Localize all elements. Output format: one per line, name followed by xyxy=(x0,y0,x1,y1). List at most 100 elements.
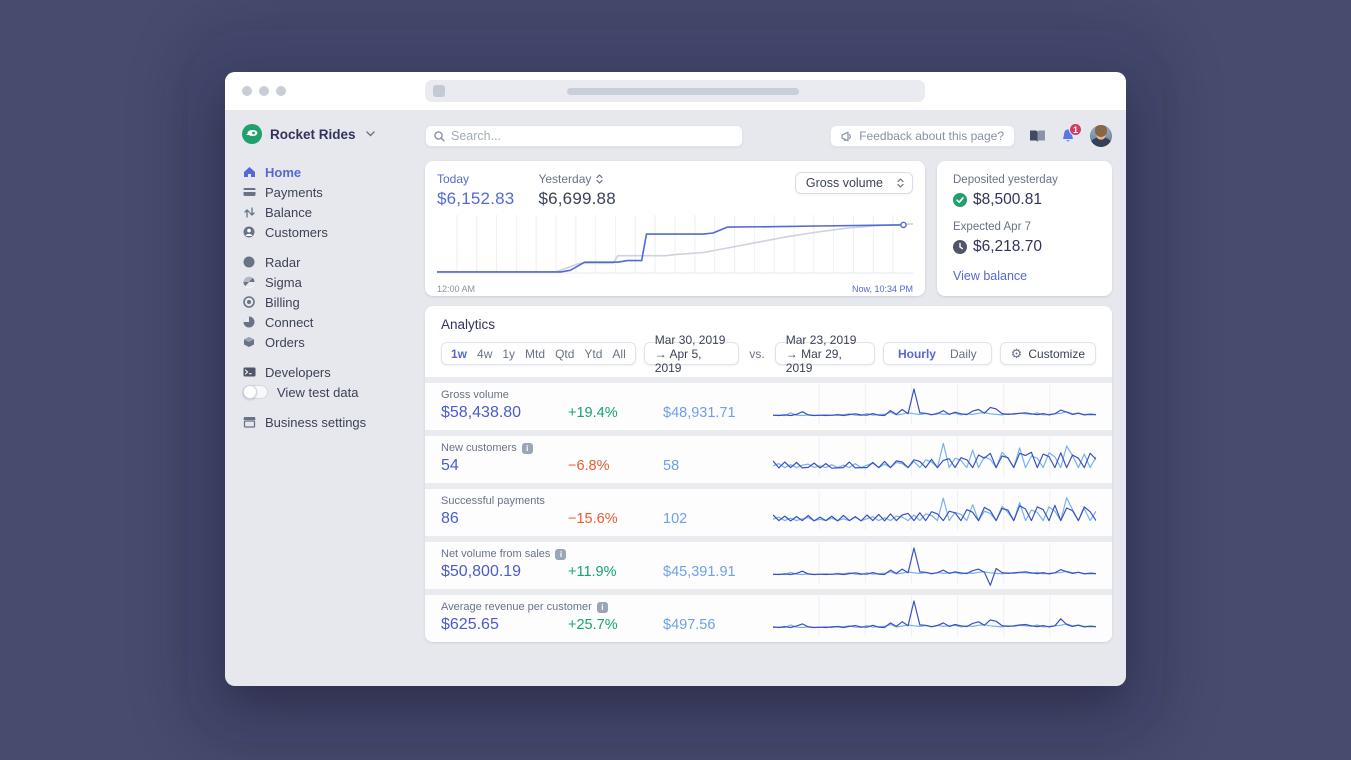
metric-delta: −15.6% xyxy=(568,511,618,527)
notification-badge: 1 xyxy=(1068,123,1082,136)
metric-label: Average revenue per customer xyxy=(441,601,592,613)
rocket-rides-logo-icon xyxy=(242,124,262,144)
feedback-button[interactable]: Feedback about this page? xyxy=(830,125,1015,147)
window-zoom-button[interactable] xyxy=(276,86,286,96)
info-icon[interactable]: i xyxy=(521,442,533,454)
home-icon xyxy=(242,166,256,178)
account-menu[interactable]: Rocket Rides xyxy=(242,124,425,144)
address-bar[interactable] xyxy=(425,80,925,102)
metric-row-average-revenue[interactable]: Average revenue per customer i $625.65 +… xyxy=(425,589,1112,642)
chevron-down-icon xyxy=(365,131,375,137)
search-box[interactable] xyxy=(425,125,743,147)
comparison-value: $6,699.88 xyxy=(538,189,616,208)
metric-value: $625.65 xyxy=(441,616,499,633)
metric-sparkline xyxy=(773,383,1096,428)
metric-delta: +11.9% xyxy=(568,564,617,580)
megaphone-icon xyxy=(841,131,852,141)
search-input[interactable] xyxy=(451,129,734,143)
range-all[interactable]: All xyxy=(607,347,630,361)
range-qtd[interactable]: Qtd xyxy=(550,347,579,361)
sidebar-item-radar[interactable]: Radar xyxy=(242,252,425,272)
metric-row-gross-volume[interactable]: Gross volume $58,438.80 +19.4% $48,931.7… xyxy=(425,377,1112,430)
previous-period-button[interactable]: Mar 23, 2019 → Mar 29, 2019 xyxy=(774,333,875,375)
sidebar-item-label: Radar xyxy=(265,254,301,270)
sidebar-item-billing[interactable]: Billing xyxy=(242,292,425,312)
metric-sparkline xyxy=(773,489,1096,534)
overview-card: Today $6,152.83 Yesterday $6,699.88 Gros… xyxy=(425,161,925,296)
comparison-stepper-icon[interactable] xyxy=(596,174,603,184)
storefront-icon xyxy=(242,416,256,428)
metric-row-net-volume[interactable]: Net volume from sales i $50,800.19 +11.9… xyxy=(425,536,1112,589)
sidebar-item-label: Orders xyxy=(265,334,305,350)
info-icon[interactable]: i xyxy=(596,601,608,613)
sidebar-item-view-test-data[interactable]: View test data xyxy=(242,382,425,402)
today-label: Today xyxy=(437,172,470,186)
payments-icon xyxy=(242,187,256,197)
range-mtd[interactable]: Mtd xyxy=(520,347,550,361)
sidebar-item-payments[interactable]: Payments xyxy=(242,182,425,202)
customize-button[interactable]: ⚙ Customize xyxy=(999,342,1096,365)
terminal-icon xyxy=(242,367,256,377)
granularity-daily[interactable]: Daily xyxy=(946,347,981,361)
range-4w[interactable]: 4w xyxy=(472,347,497,361)
window-minimize-button[interactable] xyxy=(259,86,269,96)
metric-select-value: Gross volume xyxy=(805,176,883,190)
metric-sparkline xyxy=(773,542,1096,587)
sidebar-item-label: Customers xyxy=(265,224,328,240)
window-controls xyxy=(242,86,286,96)
metric-sparkline xyxy=(773,595,1096,640)
metric-delta: +19.4% xyxy=(568,405,618,421)
range-1w[interactable]: 1w xyxy=(446,347,472,361)
expected-label: Expected Apr 7 xyxy=(953,221,1031,233)
browser-chrome xyxy=(225,72,1126,110)
range-1y[interactable]: 1y xyxy=(497,347,520,361)
metric-label: Gross volume xyxy=(441,389,509,401)
customize-label: Customize xyxy=(1028,346,1085,361)
analytics-panel: Analytics 1w 4w 1y Mtd Qtd Ytd All Mar 3… xyxy=(425,306,1112,642)
sidebar-item-sigma[interactable]: Sigma xyxy=(242,272,425,292)
metric-previous-value: $497.56 xyxy=(663,617,716,633)
expected-value: $6,218.70 xyxy=(973,238,1042,255)
docs-button[interactable] xyxy=(1029,129,1046,144)
sidebar-item-developers[interactable]: Developers xyxy=(242,362,425,382)
metric-label: Successful payments xyxy=(441,495,545,507)
metric-previous-value: $45,391.91 xyxy=(663,564,736,580)
select-stepper-icon xyxy=(897,178,904,188)
sidebar-item-orders[interactable]: Orders xyxy=(242,332,425,352)
sidebar-item-connect[interactable]: Connect xyxy=(242,312,425,332)
analytics-controls: 1w 4w 1y Mtd Qtd Ytd All Mar 30, 2019 → … xyxy=(441,333,1096,375)
metric-sparkline xyxy=(773,436,1096,481)
sidebar-item-business-settings[interactable]: Business settings xyxy=(242,412,425,432)
sidebar-item-customers[interactable]: Customers xyxy=(242,222,425,242)
comparison-label: Yesterday xyxy=(538,172,592,186)
metric-delta: +25.7% xyxy=(568,617,618,633)
main-content: Feedback about this page? 1 xyxy=(425,110,1126,686)
balance-arrows-icon xyxy=(242,206,256,218)
range-filter: 1w 4w 1y Mtd Qtd Ytd All xyxy=(441,342,636,365)
metric-value: 54 xyxy=(441,457,459,474)
granularity-toggle: Hourly Daily xyxy=(882,342,992,365)
book-icon xyxy=(1030,130,1045,142)
metric-select[interactable]: Gross volume xyxy=(794,172,913,194)
info-icon[interactable]: i xyxy=(555,548,567,560)
sidebar-item-home[interactable]: Home xyxy=(242,162,425,182)
sidebar-item-label: Home xyxy=(265,164,302,180)
metric-row-successful-payments[interactable]: Successful payments 86 −15.6% 102 xyxy=(425,483,1112,536)
metric-value: $58,438.80 xyxy=(441,404,522,421)
sidebar-item-balance[interactable]: Balance xyxy=(242,202,425,222)
browser-window: Rocket Rides Home Payments Balance Custo… xyxy=(225,72,1126,686)
search-icon xyxy=(434,130,445,142)
range-ytd[interactable]: Ytd xyxy=(579,347,607,361)
test-data-toggle[interactable] xyxy=(242,385,268,399)
metric-row-new-customers[interactable]: New customers i 54 −6.8% 58 xyxy=(425,430,1112,483)
notifications-button[interactable]: 1 xyxy=(1060,123,1082,144)
window-close-button[interactable] xyxy=(242,86,252,96)
topbar: Feedback about this page? 1 xyxy=(425,123,1112,147)
deposits-card: Deposited yesterday $8,500.81 Expected A… xyxy=(937,161,1112,296)
view-balance-link[interactable]: View balance xyxy=(953,269,1096,283)
current-period-button[interactable]: Mar 30, 2019 → Apr 5, 2019 xyxy=(643,333,740,375)
sidebar-item-label: Balance xyxy=(265,204,312,220)
granularity-hourly[interactable]: Hourly xyxy=(894,347,940,361)
user-avatar[interactable] xyxy=(1090,125,1112,147)
analytics-title: Analytics xyxy=(441,317,496,332)
